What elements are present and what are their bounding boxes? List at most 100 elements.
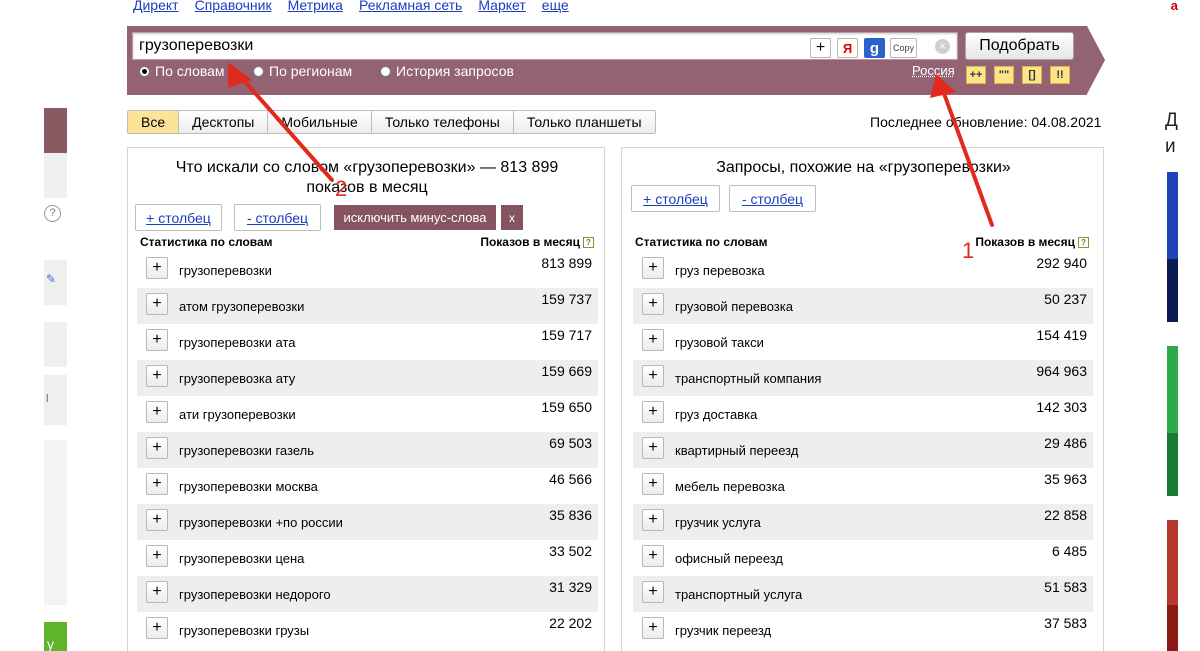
help-icon[interactable]: ? [1078, 237, 1089, 248]
right-strip-letter: и [1165, 136, 1176, 157]
mode-history[interactable]: История запросов [380, 63, 514, 79]
pencil-icon[interactable]: ✎ [46, 272, 56, 286]
impressions-count: 6 485 [1051, 543, 1087, 559]
table-row: + офисный переезд 6 485 [633, 540, 1093, 576]
add-phrase-button[interactable]: + [642, 329, 664, 351]
phrase-link[interactable]: офисный переезд [675, 551, 783, 566]
add-phrase-button[interactable]: + [642, 509, 664, 531]
phrase-link[interactable]: грузовой перевозка [675, 299, 793, 314]
phrase-link[interactable]: груз перевозка [675, 263, 765, 278]
add-phrase-button[interactable]: + [642, 473, 664, 495]
submit-button[interactable]: Подобрать [965, 32, 1074, 60]
right-strip-red [1167, 520, 1178, 651]
phrase-link[interactable]: грузоперевозки +по россии [179, 515, 343, 530]
add-phrase-button[interactable]: + [146, 617, 168, 639]
nav-link-more[interactable]: еще [542, 0, 569, 14]
column-header-phrase: Статистика по словам [635, 235, 768, 249]
green-tab[interactable]: у [44, 622, 67, 651]
table-row: + грузовой такси 154 419 [633, 324, 1093, 360]
phrase-link[interactable]: груз доставка [675, 407, 757, 422]
tab-desktops[interactable]: Десктопы [179, 111, 269, 133]
phrase-link[interactable]: транспортный компания [675, 371, 821, 386]
remove-column-button[interactable]: - столбец [234, 204, 321, 231]
nav-link-help[interactable]: Справочник [195, 0, 272, 14]
phrase-link[interactable]: грузоперевозки ата [179, 335, 295, 350]
add-column-button[interactable]: + столбец [631, 185, 720, 212]
right-results-panel: Запросы, похожие на «грузоперевозки» + с… [621, 147, 1104, 651]
add-phrase-button[interactable]: + [146, 293, 168, 315]
close-minus-words-button[interactable]: x [501, 205, 523, 230]
add-phrase-button[interactable]: + [146, 581, 168, 603]
add-phrase-button[interactable]: + [146, 329, 168, 351]
operator-plus-button[interactable]: ++ [966, 66, 986, 84]
annotation-number-2: 2 [335, 176, 348, 201]
add-operator-button[interactable]: + [810, 38, 831, 58]
google-search-icon[interactable]: g [864, 38, 885, 58]
region-link[interactable]: Россия [912, 63, 955, 78]
help-icon[interactable]: ? [44, 205, 61, 222]
phrase-link[interactable]: грузоперевозки недорого [179, 587, 331, 602]
column-header-count: Показов в месяц? [480, 235, 594, 249]
nav-link-ad-network[interactable]: Рекламная сеть [359, 0, 462, 14]
add-phrase-button[interactable]: + [146, 365, 168, 387]
radio-dot[interactable] [139, 65, 150, 77]
phrase-link[interactable]: грузоперевозки грузы [179, 623, 309, 638]
radio-dot[interactable] [380, 65, 391, 77]
nav-link-direct[interactable]: Директ [133, 0, 179, 14]
phrase-link[interactable]: квартирный переезд [675, 443, 798, 458]
search-input[interactable] [139, 35, 799, 57]
operator-exclaim-button[interactable]: !! [1050, 66, 1070, 84]
left-panel-title-line: Что искали со словом «грузоперевозки» — … [175, 159, 559, 176]
phrase-link[interactable]: грузчик переезд [675, 623, 771, 638]
mode-by-regions[interactable]: По регионам [253, 63, 352, 79]
add-phrase-button[interactable]: + [146, 437, 168, 459]
add-phrase-button[interactable]: + [146, 509, 168, 531]
tab-phones[interactable]: Только телефоны [371, 111, 514, 133]
phrase-link[interactable]: ати грузоперевозки [179, 407, 296, 422]
help-icon[interactable]: ? [583, 237, 594, 248]
phrase-link[interactable]: грузоперевозки [179, 263, 272, 278]
operator-quotes-button[interactable]: "" [994, 66, 1014, 84]
tab-tablets[interactable]: Только планшеты [513, 111, 655, 133]
add-phrase-button[interactable]: + [642, 293, 664, 315]
add-phrase-button[interactable]: + [146, 401, 168, 423]
add-phrase-button[interactable]: + [642, 617, 664, 639]
column-header-count-label: Показов в месяц [975, 235, 1075, 249]
copy-button[interactable]: Copy [890, 38, 917, 58]
nav-link-metrika[interactable]: Метрика [288, 0, 343, 14]
clear-icon[interactable]: × [935, 39, 950, 54]
table-row: + грузоперевозка ату 159 669 [137, 360, 598, 396]
phrase-link[interactable]: мебель перевозка [675, 479, 785, 494]
nav-link-market[interactable]: Маркет [478, 0, 525, 14]
phrase-link[interactable]: грузовой такси [675, 335, 764, 350]
table-row: + грузоперевозки грузы 22 202 [137, 612, 598, 648]
add-column-button[interactable]: + столбец [135, 204, 222, 231]
add-phrase-button[interactable]: + [146, 257, 168, 279]
add-phrase-button[interactable]: + [642, 257, 664, 279]
add-phrase-button[interactable]: + [642, 545, 664, 567]
add-phrase-button[interactable]: + [642, 437, 664, 459]
tab-all[interactable]: Все [128, 111, 180, 133]
phrase-link[interactable]: грузоперевозка ату [179, 371, 295, 386]
remove-column-button[interactable]: - столбец [729, 185, 816, 212]
phrase-link[interactable]: атом грузоперевозки [179, 299, 304, 314]
add-phrase-button[interactable]: + [642, 581, 664, 603]
operator-brackets-button[interactable]: [] [1022, 66, 1042, 84]
mode-label: История запросов [396, 63, 514, 79]
phrase-link[interactable]: транспортный услуга [675, 587, 802, 602]
table-row: + грузоперевозки +по россии 35 836 [137, 504, 598, 540]
add-phrase-button[interactable]: + [146, 545, 168, 567]
table-row: + ати грузоперевозки 159 650 [137, 396, 598, 432]
yandex-search-icon[interactable]: Я [837, 38, 858, 58]
add-phrase-button[interactable]: + [146, 473, 168, 495]
radio-dot[interactable] [253, 65, 264, 77]
phrase-link[interactable]: грузоперевозки цена [179, 551, 304, 566]
tab-mobile[interactable]: Мобильные [268, 111, 372, 133]
phrase-link[interactable]: грузоперевозки газель [179, 443, 314, 458]
add-phrase-button[interactable]: + [642, 401, 664, 423]
add-phrase-button[interactable]: + [642, 365, 664, 387]
phrase-link[interactable]: грузоперевозки москва [179, 479, 318, 494]
exclude-minus-words-button[interactable]: исключить минус-слова [334, 205, 496, 230]
phrase-link[interactable]: грузчик услуга [675, 515, 761, 530]
mode-by-words[interactable]: По словам [139, 63, 225, 79]
